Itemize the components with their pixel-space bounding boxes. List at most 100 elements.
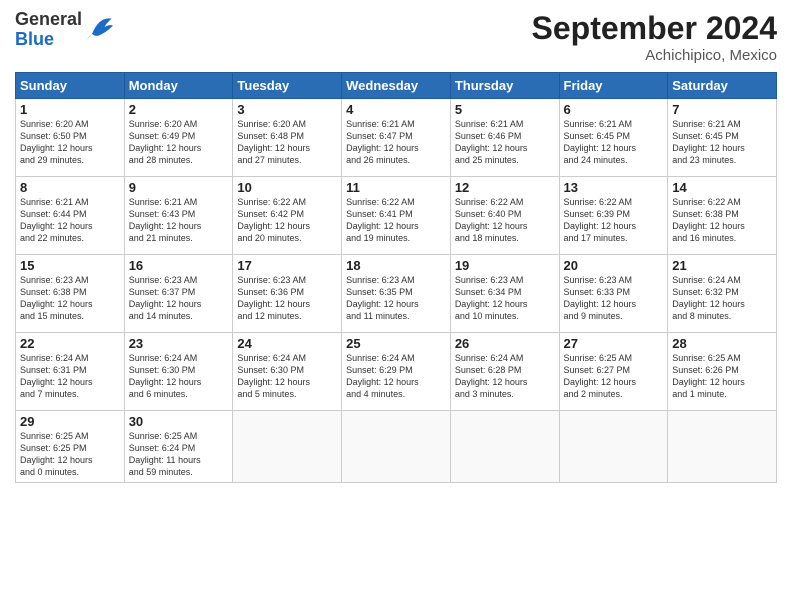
cell-info: Sunrise: 6:21 AMSunset: 6:46 PMDaylight:… <box>455 119 528 165</box>
calendar-cell: 20 Sunrise: 6:23 AMSunset: 6:33 PMDaylig… <box>559 255 668 333</box>
calendar-cell: 22 Sunrise: 6:24 AMSunset: 6:31 PMDaylig… <box>16 333 125 411</box>
day-number: 14 <box>672 180 772 195</box>
calendar-cell: 11 Sunrise: 6:22 AMSunset: 6:41 PMDaylig… <box>342 177 451 255</box>
day-number: 3 <box>237 102 337 117</box>
cell-info: Sunrise: 6:21 AMSunset: 6:45 PMDaylight:… <box>564 119 637 165</box>
day-number: 13 <box>564 180 664 195</box>
cell-info: Sunrise: 6:22 AMSunset: 6:38 PMDaylight:… <box>672 197 745 243</box>
header: General Blue September 2024 Achichipico,… <box>15 10 777 64</box>
day-number: 24 <box>237 336 337 351</box>
month-title: September 2024 <box>532 10 777 47</box>
cell-info: Sunrise: 6:21 AMSunset: 6:45 PMDaylight:… <box>672 119 745 165</box>
calendar-cell: 3 Sunrise: 6:20 AMSunset: 6:48 PMDayligh… <box>233 99 342 177</box>
calendar-cell: 9 Sunrise: 6:21 AMSunset: 6:43 PMDayligh… <box>124 177 233 255</box>
cell-info: Sunrise: 6:25 AMSunset: 6:27 PMDaylight:… <box>564 353 637 399</box>
day-number: 15 <box>20 258 120 273</box>
header-row: SundayMondayTuesdayWednesdayThursdayFrid… <box>16 73 777 99</box>
day-number: 11 <box>346 180 446 195</box>
cell-info: Sunrise: 6:21 AMSunset: 6:43 PMDaylight:… <box>129 197 202 243</box>
calendar-cell <box>559 411 668 483</box>
day-number: 28 <box>672 336 772 351</box>
calendar-cell: 12 Sunrise: 6:22 AMSunset: 6:40 PMDaylig… <box>450 177 559 255</box>
page: General Blue September 2024 Achichipico,… <box>0 0 792 612</box>
cell-info: Sunrise: 6:24 AMSunset: 6:31 PMDaylight:… <box>20 353 93 399</box>
day-number: 23 <box>129 336 229 351</box>
day-number: 10 <box>237 180 337 195</box>
cell-info: Sunrise: 6:24 AMSunset: 6:32 PMDaylight:… <box>672 275 745 321</box>
day-number: 22 <box>20 336 120 351</box>
cell-info: Sunrise: 6:25 AMSunset: 6:24 PMDaylight:… <box>129 431 201 477</box>
cell-info: Sunrise: 6:20 AMSunset: 6:49 PMDaylight:… <box>129 119 202 165</box>
calendar-cell: 4 Sunrise: 6:21 AMSunset: 6:47 PMDayligh… <box>342 99 451 177</box>
day-number: 1 <box>20 102 120 117</box>
day-number: 29 <box>20 414 120 429</box>
calendar-cell: 25 Sunrise: 6:24 AMSunset: 6:29 PMDaylig… <box>342 333 451 411</box>
calendar-cell: 13 Sunrise: 6:22 AMSunset: 6:39 PMDaylig… <box>559 177 668 255</box>
col-header-saturday: Saturday <box>668 73 777 99</box>
cell-info: Sunrise: 6:23 AMSunset: 6:34 PMDaylight:… <box>455 275 528 321</box>
cell-info: Sunrise: 6:21 AMSunset: 6:44 PMDaylight:… <box>20 197 93 243</box>
week-row-2: 8 Sunrise: 6:21 AMSunset: 6:44 PMDayligh… <box>16 177 777 255</box>
cell-info: Sunrise: 6:24 AMSunset: 6:28 PMDaylight:… <box>455 353 528 399</box>
calendar-cell: 15 Sunrise: 6:23 AMSunset: 6:38 PMDaylig… <box>16 255 125 333</box>
day-number: 19 <box>455 258 555 273</box>
calendar-cell: 21 Sunrise: 6:24 AMSunset: 6:32 PMDaylig… <box>668 255 777 333</box>
cell-info: Sunrise: 6:24 AMSunset: 6:29 PMDaylight:… <box>346 353 419 399</box>
day-number: 2 <box>129 102 229 117</box>
calendar-cell: 26 Sunrise: 6:24 AMSunset: 6:28 PMDaylig… <box>450 333 559 411</box>
calendar-cell: 28 Sunrise: 6:25 AMSunset: 6:26 PMDaylig… <box>668 333 777 411</box>
calendar-cell: 10 Sunrise: 6:22 AMSunset: 6:42 PMDaylig… <box>233 177 342 255</box>
cell-info: Sunrise: 6:24 AMSunset: 6:30 PMDaylight:… <box>129 353 202 399</box>
week-row-4: 22 Sunrise: 6:24 AMSunset: 6:31 PMDaylig… <box>16 333 777 411</box>
calendar-cell: 16 Sunrise: 6:23 AMSunset: 6:37 PMDaylig… <box>124 255 233 333</box>
col-header-wednesday: Wednesday <box>342 73 451 99</box>
calendar-cell: 19 Sunrise: 6:23 AMSunset: 6:34 PMDaylig… <box>450 255 559 333</box>
day-number: 17 <box>237 258 337 273</box>
day-number: 27 <box>564 336 664 351</box>
day-number: 16 <box>129 258 229 273</box>
week-row-3: 15 Sunrise: 6:23 AMSunset: 6:38 PMDaylig… <box>16 255 777 333</box>
cell-info: Sunrise: 6:22 AMSunset: 6:42 PMDaylight:… <box>237 197 310 243</box>
col-header-tuesday: Tuesday <box>233 73 342 99</box>
day-number: 20 <box>564 258 664 273</box>
col-header-thursday: Thursday <box>450 73 559 99</box>
calendar-cell <box>233 411 342 483</box>
calendar-cell: 2 Sunrise: 6:20 AMSunset: 6:49 PMDayligh… <box>124 99 233 177</box>
day-number: 21 <box>672 258 772 273</box>
calendar-cell <box>342 411 451 483</box>
cell-info: Sunrise: 6:23 AMSunset: 6:33 PMDaylight:… <box>564 275 637 321</box>
calendar-cell: 18 Sunrise: 6:23 AMSunset: 6:35 PMDaylig… <box>342 255 451 333</box>
calendar-cell: 1 Sunrise: 6:20 AMSunset: 6:50 PMDayligh… <box>16 99 125 177</box>
calendar-cell: 14 Sunrise: 6:22 AMSunset: 6:38 PMDaylig… <box>668 177 777 255</box>
col-header-sunday: Sunday <box>16 73 125 99</box>
cell-info: Sunrise: 6:25 AMSunset: 6:25 PMDaylight:… <box>20 431 93 477</box>
calendar-table: SundayMondayTuesdayWednesdayThursdayFrid… <box>15 72 777 483</box>
calendar-cell: 30 Sunrise: 6:25 AMSunset: 6:24 PMDaylig… <box>124 411 233 483</box>
calendar-cell: 17 Sunrise: 6:23 AMSunset: 6:36 PMDaylig… <box>233 255 342 333</box>
calendar-cell: 5 Sunrise: 6:21 AMSunset: 6:46 PMDayligh… <box>450 99 559 177</box>
cell-info: Sunrise: 6:22 AMSunset: 6:41 PMDaylight:… <box>346 197 419 243</box>
cell-info: Sunrise: 6:22 AMSunset: 6:39 PMDaylight:… <box>564 197 637 243</box>
calendar-cell <box>668 411 777 483</box>
cell-info: Sunrise: 6:25 AMSunset: 6:26 PMDaylight:… <box>672 353 745 399</box>
day-number: 8 <box>20 180 120 195</box>
day-number: 18 <box>346 258 446 273</box>
col-header-monday: Monday <box>124 73 233 99</box>
day-number: 5 <box>455 102 555 117</box>
cell-info: Sunrise: 6:23 AMSunset: 6:37 PMDaylight:… <box>129 275 202 321</box>
calendar-cell: 24 Sunrise: 6:24 AMSunset: 6:30 PMDaylig… <box>233 333 342 411</box>
logo: General Blue <box>15 10 113 50</box>
calendar-cell: 8 Sunrise: 6:21 AMSunset: 6:44 PMDayligh… <box>16 177 125 255</box>
calendar-cell: 29 Sunrise: 6:25 AMSunset: 6:25 PMDaylig… <box>16 411 125 483</box>
cell-info: Sunrise: 6:20 AMSunset: 6:50 PMDaylight:… <box>20 119 93 165</box>
cell-info: Sunrise: 6:23 AMSunset: 6:35 PMDaylight:… <box>346 275 419 321</box>
title-section: September 2024 Achichipico, Mexico <box>532 10 777 64</box>
cell-info: Sunrise: 6:21 AMSunset: 6:47 PMDaylight:… <box>346 119 419 165</box>
col-header-friday: Friday <box>559 73 668 99</box>
calendar-cell <box>450 411 559 483</box>
day-number: 7 <box>672 102 772 117</box>
cell-info: Sunrise: 6:23 AMSunset: 6:38 PMDaylight:… <box>20 275 93 321</box>
calendar-cell: 27 Sunrise: 6:25 AMSunset: 6:27 PMDaylig… <box>559 333 668 411</box>
day-number: 26 <box>455 336 555 351</box>
day-number: 25 <box>346 336 446 351</box>
